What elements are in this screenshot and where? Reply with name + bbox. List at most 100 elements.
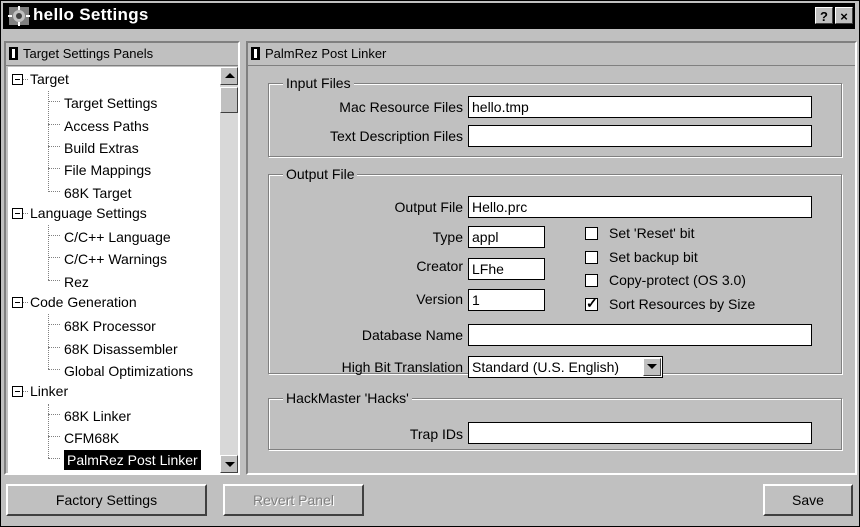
type-label: Type [432,229,463,245]
tree-scrollbar[interactable] [220,67,238,473]
tree-connector [48,368,60,370]
tree-connector [48,91,49,191]
output-file-field[interactable]: Hello.prc [468,196,812,218]
tree-connector [48,346,60,348]
close-button[interactable]: × [835,7,853,24]
version-label: Version [416,291,463,307]
text-description-label: Text Description Files [329,128,463,144]
arrow-up-icon [225,73,235,78]
window-title: hello Settings [33,5,149,24]
chevron-down-icon [647,364,657,369]
sort-resources-checkbox[interactable]: ✓ [585,295,598,311]
tree-panel-header: Target Settings Panels [6,43,238,66]
tree-connector [48,403,49,459]
title-bar[interactable]: hello Settings ? × [3,3,855,29]
save-button[interactable]: Save [763,484,853,516]
tree-connector [48,101,60,103]
tree-connector [48,279,60,281]
tree-panel-item[interactable]: 68K Linker [64,406,131,426]
tree-connector [48,257,60,259]
help-button[interactable]: ? [815,7,833,24]
sort-resources-label: Sort Resources by Size [609,296,756,312]
tree-group-item[interactable]: Code Generation [30,292,137,312]
type-field[interactable]: appl [468,226,545,248]
tree-panel-item[interactable]: Access Paths [64,116,149,136]
collapse-icon[interactable] [12,297,23,308]
tree-panel-item[interactable]: 68K Processor [64,316,156,336]
tree-panel-item[interactable]: 68K Disassembler [64,339,178,359]
tree-connector [48,168,60,170]
tree-connector [48,190,60,192]
panel-icon [251,47,260,60]
high-bit-select[interactable]: Standard (U.S. English) [468,356,663,378]
settings-panel: PalmRez Post Linker Input Files Mac Reso… [246,41,857,475]
reset-bit-label: Set 'Reset' bit [609,225,695,241]
tree-connector [48,225,49,280]
app-icon [8,6,30,26]
output-file-label: Output File [394,199,463,215]
settings-window: hello Settings ? × Target Settings Panel… [0,0,860,527]
copy-protect-checkbox[interactable] [585,274,598,287]
reset-bit-checkbox[interactable] [585,227,598,240]
tree-panel-item[interactable]: Global Optimizations [64,361,193,381]
database-name-label: Database Name [361,327,463,343]
tree-connector [48,435,60,437]
backup-bit-checkbox[interactable] [585,251,598,264]
checkmark-icon: ✓ [586,295,598,311]
tree-panel-title: Target Settings Panels [23,46,154,61]
tree-group-item[interactable]: Language Settings [30,203,147,223]
tree-panel-item[interactable]: 68K Target [64,183,131,203]
backup-bit-label: Set backup bit [609,249,698,265]
factory-settings-button[interactable]: Factory Settings [6,484,207,516]
tree-connector [48,314,49,369]
tree-panel-item[interactable]: Rez [64,272,89,292]
dropdown-button[interactable] [643,358,661,376]
trap-ids-label: Trap IDs [409,426,463,442]
version-field[interactable]: 1 [468,289,545,311]
tree-connector [23,302,28,303]
tree-panel-item[interactable]: File Mappings [64,160,151,180]
panel-icon [9,47,18,60]
tree-group-item[interactable]: Linker [30,381,68,401]
tree-panel-item[interactable]: PalmRez Post Linker [64,450,201,471]
mac-resource-label: Mac Resource Files [339,99,463,115]
scroll-up-button[interactable] [220,67,238,85]
scroll-thumb[interactable] [220,87,238,113]
tree-group-item[interactable]: Target [30,69,69,89]
tree-connector [48,458,60,460]
tree-panel-item[interactable]: C/C++ Warnings [64,249,167,269]
database-name-field[interactable] [468,324,812,346]
tree-panel-item[interactable]: Build Extras [64,138,139,158]
mac-resource-field[interactable]: hello.tmp [468,96,812,118]
tree-panel-item[interactable]: C/C++ Language [64,227,171,247]
tree-connector [48,145,60,147]
input-files-title: Input Files [283,74,354,92]
tree-panel: Target Settings Panels Target Target Sett… [4,41,240,475]
collapse-icon[interactable] [12,207,23,219]
collapse-icon[interactable] [12,386,23,398]
copy-protect-label: Copy-protect (OS 3.0) [609,272,746,288]
tree-connector [48,123,60,125]
tree-view[interactable]: Target Target Settings Access Paths Build E… [8,67,220,473]
arrow-down-icon [225,462,235,467]
revert-panel-button[interactable]: Revert Panel [223,484,364,516]
tree-panel-item[interactable]: CFM68K [64,428,119,448]
tree-connector [48,324,60,326]
creator-field[interactable]: LFhe [468,258,545,280]
high-bit-label: High Bit Translation [341,359,463,375]
collapse-icon[interactable] [12,74,23,85]
tree-connector [23,391,28,393]
tree-connector [48,413,60,415]
creator-label: Creator [416,258,463,274]
output-file-title: Output File [283,165,358,183]
tree-panel-item[interactable]: Target Settings [64,93,157,113]
tree-connector [48,235,60,237]
settings-panel-title: PalmRez Post Linker [265,46,387,61]
hackmaster-title: HackMaster 'Hacks' [283,389,412,407]
tree-connector [23,79,28,80]
scroll-down-button[interactable] [220,455,238,473]
tree-connector [23,212,28,214]
settings-panel-header: PalmRez Post Linker [248,43,855,66]
trap-ids-field[interactable] [468,422,812,444]
text-description-field[interactable] [468,125,812,147]
